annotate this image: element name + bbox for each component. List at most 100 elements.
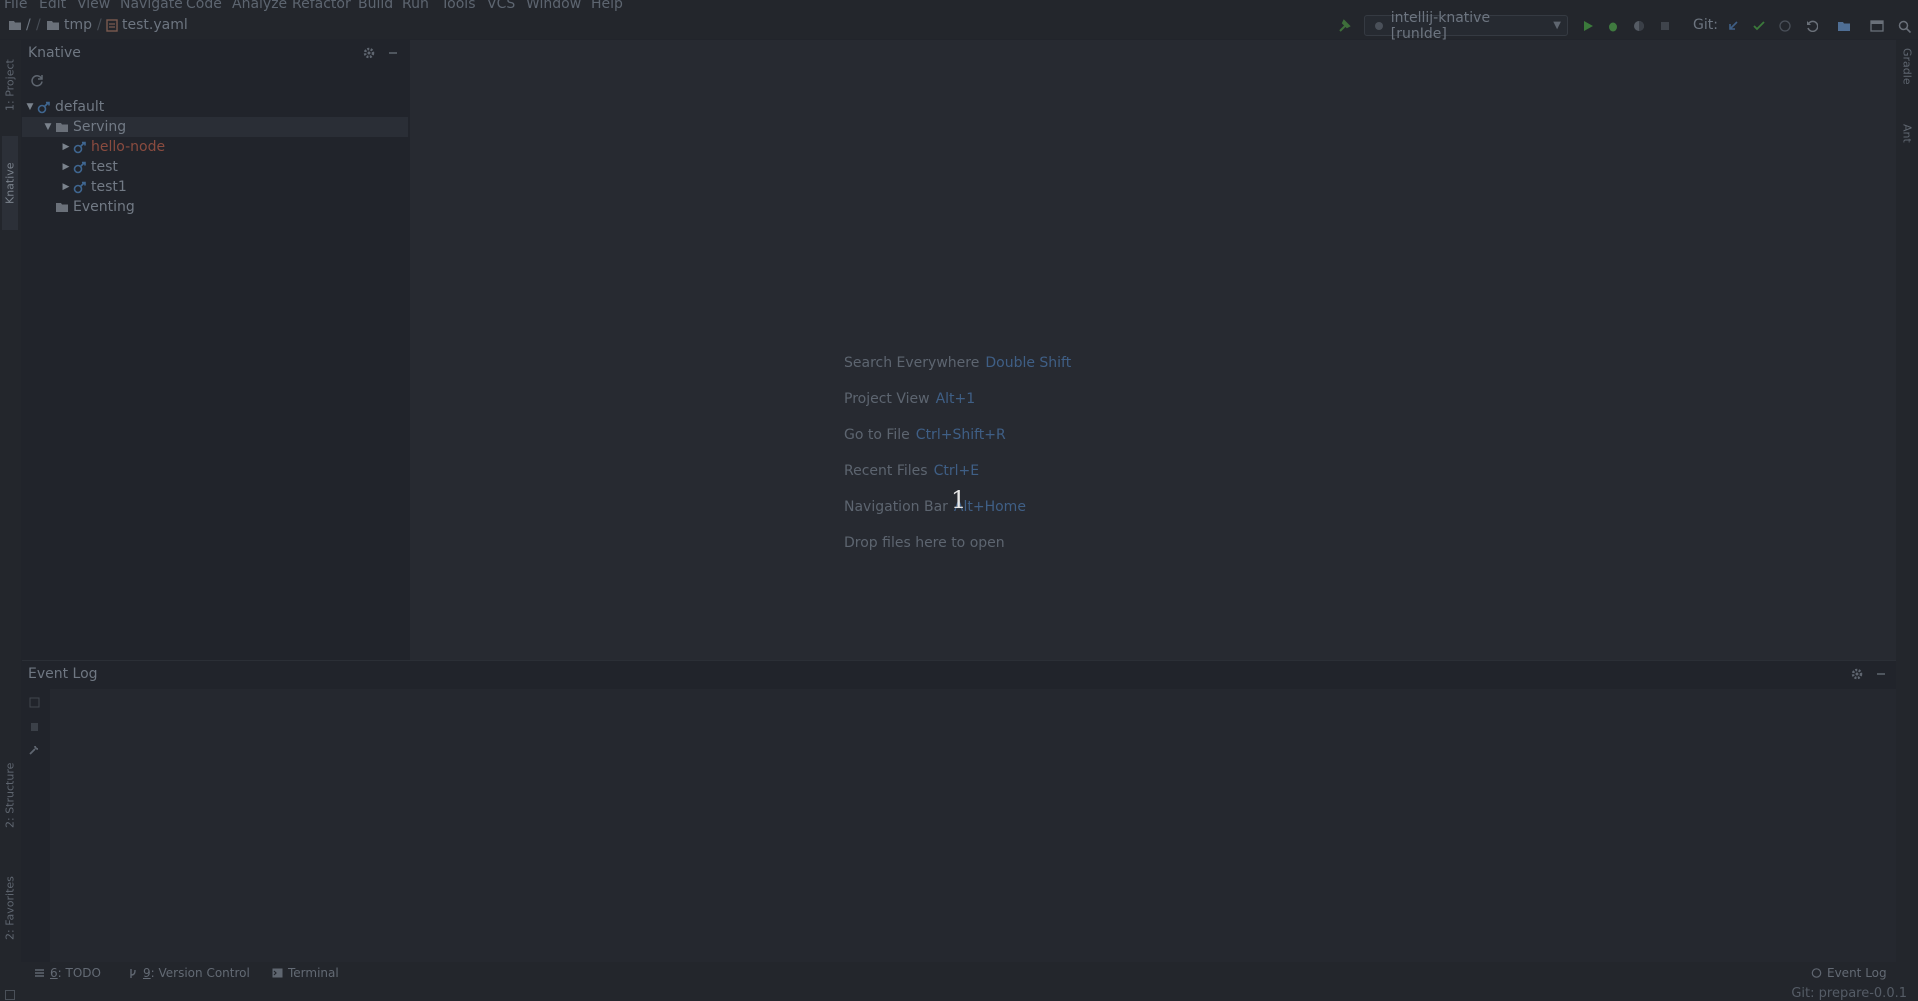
menu-build[interactable]: Build [358, 0, 393, 12]
build-hammer-icon[interactable] [1336, 18, 1352, 34]
breadcrumb-separator: / [36, 17, 41, 33]
tree-node-eventing[interactable]: Eventing [22, 197, 408, 217]
service-icon [72, 160, 88, 174]
hint-shortcut: Ctrl+Shift+R [915, 427, 1006, 443]
tab-event-log[interactable]: Event Log [1811, 966, 1887, 980]
collapsed-arrow-icon[interactable]: ▶ [60, 142, 72, 152]
menu-bar: File Edit View Navigate Code Analyze Ref… [0, 0, 1918, 13]
git-update-arrow-icon[interactable] [1725, 18, 1741, 34]
tab-project[interactable]: 1: Project [2, 48, 18, 122]
tab-terminal[interactable]: Terminal [272, 966, 339, 980]
git-commit-check-icon[interactable] [1751, 18, 1767, 34]
git-label: Git: [1693, 17, 1718, 33]
branch-icon [130, 968, 136, 978]
tab-favorites[interactable]: 2: Favorites [2, 860, 18, 956]
hint-label: Search Everywhere [844, 355, 980, 371]
tab-knative[interactable]: Knative [2, 136, 18, 230]
search-icon[interactable] [1896, 18, 1912, 34]
minimize-icon[interactable] [1874, 667, 1888, 681]
menu-file[interactable]: File [4, 0, 27, 12]
git-branch-widget[interactable]: Git: prepare-0.0.1 [1791, 986, 1907, 1001]
tab-structure-label: 2: Structure [3, 762, 17, 828]
stop-icon[interactable] [1657, 18, 1673, 34]
knative-panel-title: Knative [28, 45, 81, 61]
hint-shortcut: Double Shift [985, 355, 1072, 371]
breadcrumb-folder[interactable]: tmp [46, 17, 92, 33]
collapsed-arrow-icon[interactable]: ▶ [60, 162, 72, 172]
hint-label: Go to File [844, 427, 910, 443]
menu-edit[interactable]: Edit [39, 0, 66, 12]
tab-ant[interactable]: Ant [1899, 124, 1915, 168]
minimize-icon[interactable] [386, 46, 400, 60]
event-log-panel-title: Event Log [28, 666, 98, 682]
tree-node-label: hello-node [91, 139, 166, 155]
hint-shortcut: Alt+1 [935, 391, 976, 407]
tree-node-label: Eventing [73, 199, 135, 215]
list-icon [35, 969, 44, 977]
run-play-icon[interactable] [1580, 18, 1596, 34]
tab-structure[interactable]: 2: Structure [2, 752, 18, 838]
expanded-arrow-icon[interactable]: ▼ [42, 122, 54, 132]
menu-analyze[interactable]: Analyze [232, 0, 287, 12]
menu-navigate[interactable]: Navigate [120, 0, 183, 12]
editor-area[interactable]: Search Everywhere Double Shift Project Vi… [410, 40, 1896, 660]
event-log-tool-window: Event Log [22, 660, 1896, 963]
tab-todo[interactable]: 6: TODO [34, 966, 101, 980]
tree-node-service[interactable]: ▶ test [22, 157, 408, 177]
tree-node-label: test1 [91, 179, 127, 195]
chevron-down-icon: ▼ [1553, 20, 1561, 31]
status-bar: Git: prepare-0.0.1 [0, 986, 1918, 1001]
clear-all-icon[interactable] [27, 719, 41, 733]
hint-project-view: Project View Alt+1 [844, 391, 975, 407]
breadcrumb-separator: / [97, 17, 102, 33]
tab-terminal-label: Terminal [288, 966, 339, 980]
hint-shortcut: Ctrl+E [933, 463, 980, 479]
tab-project-label: 1: Project [3, 59, 17, 111]
collapsed-arrow-icon[interactable]: ▶ [60, 182, 72, 192]
git-history-clock-icon[interactable] [1777, 18, 1793, 34]
terminal-icon [272, 968, 283, 978]
debug-bug-icon[interactable] [1605, 18, 1621, 34]
run-configuration-select[interactable]: intellij-knative [runIde] ▼ [1364, 10, 1568, 42]
gear-icon[interactable] [1850, 667, 1864, 681]
menu-vcs[interactable]: VCS [487, 0, 515, 12]
tree-node-service[interactable]: ▶ hello-node [22, 137, 408, 157]
wrench-icon[interactable] [27, 743, 41, 757]
tab-gradle[interactable]: Gradle [1899, 48, 1915, 108]
event-log-content[interactable] [50, 689, 1896, 963]
breadcrumb-file[interactable]: test.yaml [106, 17, 188, 33]
menu-window[interactable]: Window [526, 0, 581, 12]
tree-node-serving[interactable]: ▼ Serving [22, 117, 408, 137]
expanded-arrow-icon[interactable]: ▼ [24, 102, 36, 112]
refresh-icon[interactable] [30, 73, 44, 87]
hint-label: Navigation Bar [844, 499, 948, 515]
menu-help[interactable]: Help [591, 0, 623, 12]
menu-run[interactable]: Run [402, 0, 429, 12]
tool-windows-toggle-icon[interactable] [5, 989, 15, 1001]
tab-version-control[interactable]: 9: Version Control [128, 966, 250, 980]
tree-node-label: default [55, 99, 105, 115]
menu-code[interactable]: Code [186, 0, 222, 12]
menu-view[interactable]: View [77, 0, 110, 12]
tab-event-log-label: Event Log [1827, 966, 1887, 980]
tree-node-service[interactable]: ▶ test1 [22, 177, 408, 197]
tab-favorites-label: 2: Favorites [3, 876, 17, 940]
coverage-icon[interactable] [1631, 18, 1647, 34]
tab-gradle-label: Gradle [1900, 48, 1914, 85]
run-configuration-label: intellij-knative [runIde] [1390, 9, 1491, 42]
hint-navigation-bar: Navigation Bar Alt+Home [844, 499, 1026, 515]
hint-label: Drop files here to open [844, 535, 1005, 551]
step-marker: 1 [951, 486, 967, 514]
menu-refactor[interactable]: Refactor [292, 0, 351, 12]
menu-tools[interactable]: Tools [441, 0, 476, 12]
git-rollback-icon[interactable] [1804, 18, 1820, 34]
breadcrumb-root[interactable]: / [8, 17, 31, 33]
gear-icon[interactable] [362, 46, 376, 60]
tree-node-namespace[interactable]: ▼ default [22, 97, 408, 117]
mark-all-read-icon[interactable] [27, 695, 41, 709]
folder-icon [54, 200, 70, 214]
presentation-mode-icon[interactable] [1869, 18, 1885, 34]
tab-todo-label: 6: TODO [50, 966, 101, 980]
project-structure-icon[interactable] [1836, 18, 1852, 34]
left-tool-window-stripe: 1: Project Knative 2: Structure 2: Favor… [0, 40, 21, 986]
